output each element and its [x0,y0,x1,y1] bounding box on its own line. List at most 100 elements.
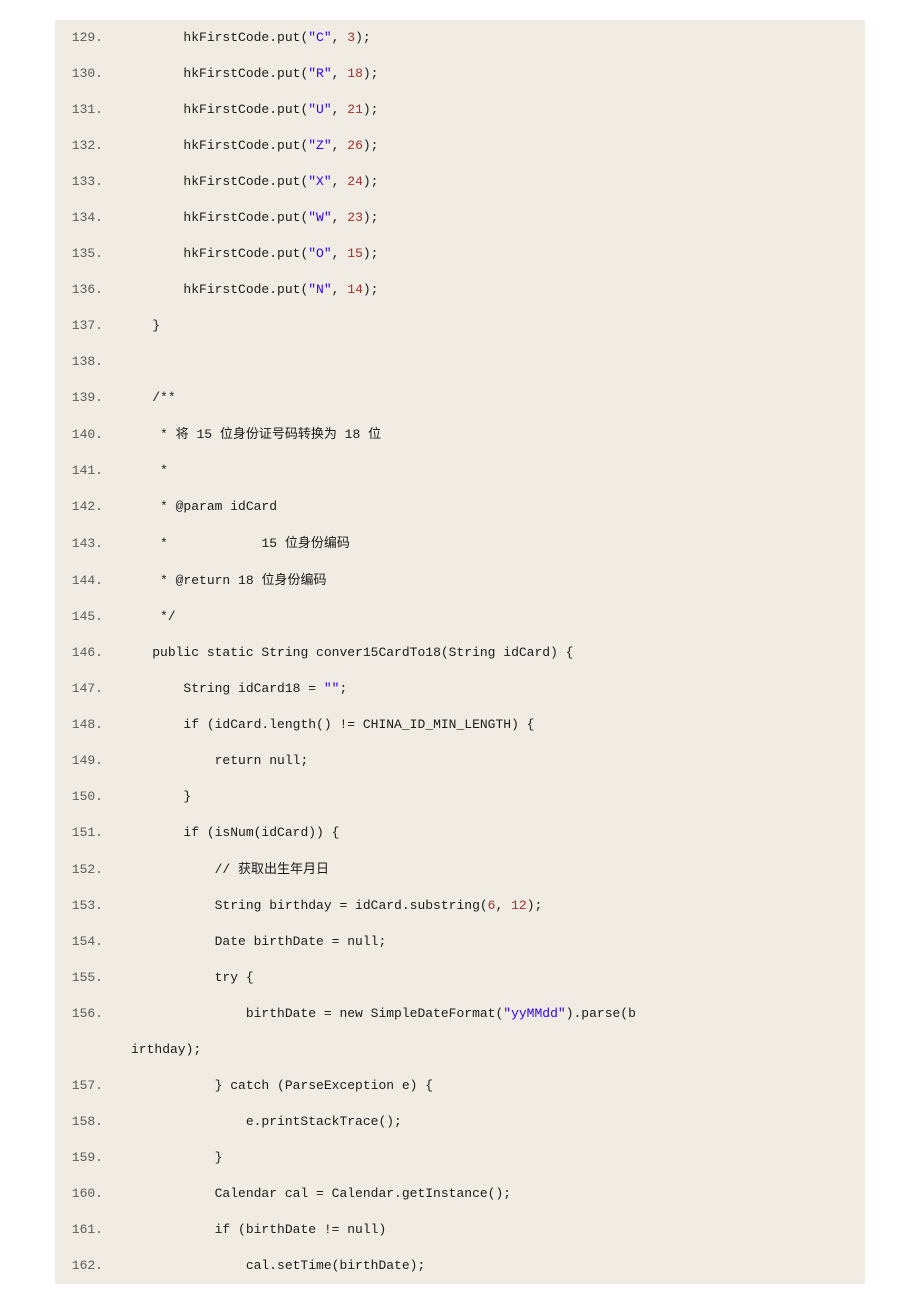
code-text: hkFirstCode.put("W", 23); [103,200,378,236]
code-text: hkFirstCode.put("U", 21); [103,92,378,128]
code-line: 155. try { [55,960,865,996]
code-text: hkFirstCode.put("X", 24); [103,164,378,200]
line-number: 141. [55,453,103,489]
code-line: 131. hkFirstCode.put("U", 21); [55,92,865,128]
line-number: 158. [55,1104,103,1140]
code-text: * @param idCard [103,489,277,525]
code-line: 137. } [55,308,865,344]
code-line: irthday); [55,1032,865,1068]
code-line: 139. /** [55,380,865,416]
line-number: 137. [55,308,103,344]
code-text: } [103,779,191,815]
code-line: 152. // 获取出生年月日 [55,851,865,888]
line-number: 160. [55,1176,103,1212]
code-line: 158. e.printStackTrace(); [55,1104,865,1140]
code-text: if (idCard.length() != CHINA_ID_MIN_LENG… [103,707,534,743]
code-text: * @return 18 位身份编码 [103,562,326,599]
line-number: 147. [55,671,103,707]
code-text: cal.setTime(birthDate); [103,1248,425,1284]
code-line: 159. } [55,1140,865,1176]
code-line: 144. * @return 18 位身份编码 [55,562,865,599]
line-number: 146. [55,635,103,671]
code-text: String idCard18 = ""; [103,671,347,707]
code-text: Date birthDate = null; [103,924,386,960]
code-text: if (birthDate != null) [103,1212,386,1248]
code-text: } [103,1140,222,1176]
code-line: 145. */ [55,599,865,635]
code-line: 146. public static String conver15CardTo… [55,635,865,671]
code-text: try { [103,960,254,996]
code-text: */ [103,599,176,635]
code-line: 135. hkFirstCode.put("O", 15); [55,236,865,272]
code-line: 129. hkFirstCode.put("C", 3); [55,20,865,56]
code-line: 157. } catch (ParseException e) { [55,1068,865,1104]
line-number: 144. [55,563,103,599]
line-number: 150. [55,779,103,815]
code-line: 141. * [55,453,865,489]
code-line: 161. if (birthDate != null) [55,1212,865,1248]
code-text: birthDate = new SimpleDateFormat("yyMMdd… [103,996,636,1032]
code-line: 151. if (isNum(idCard)) { [55,815,865,851]
line-number: 129. [55,20,103,56]
code-line: 134. hkFirstCode.put("W", 23); [55,200,865,236]
line-number: 153. [55,888,103,924]
line-number: 149. [55,743,103,779]
line-number: 161. [55,1212,103,1248]
line-number: 131. [55,92,103,128]
line-number: 152. [55,852,103,888]
line-number: 135. [55,236,103,272]
code-line: 143. * 15 位身份编码 [55,525,865,562]
code-text: public static String conver15CardTo18(St… [103,635,574,671]
line-number: 151. [55,815,103,851]
code-line: 153. String birthday = idCard.substring(… [55,888,865,924]
code-line: 142. * @param idCard [55,489,865,525]
code-line: 154. Date birthDate = null; [55,924,865,960]
line-number: 145. [55,599,103,635]
code-text: // 获取出生年月日 [103,851,329,888]
line-number: 162. [55,1248,103,1284]
code-text: hkFirstCode.put("C", 3); [103,20,371,56]
code-text: /** [103,380,176,416]
code-line: 150. } [55,779,865,815]
line-number: 159. [55,1140,103,1176]
code-text: hkFirstCode.put("O", 15); [103,236,378,272]
code-text: hkFirstCode.put("N", 14); [103,272,378,308]
line-number: 132. [55,128,103,164]
code-text: hkFirstCode.put("R", 18); [103,56,378,92]
line-number: 139. [55,380,103,416]
code-line: 156. birthDate = new SimpleDateFormat("y… [55,996,865,1032]
code-text: * 15 位身份编码 [103,525,350,562]
code-block: 129. hkFirstCode.put("C", 3);130. hkFirs… [55,20,865,1284]
code-text: * 将 15 位身份证号码转换为 18 位 [103,416,381,453]
code-line: 162. cal.setTime(birthDate); [55,1248,865,1284]
code-line: 140. * 将 15 位身份证号码转换为 18 位 [55,416,865,453]
code-text: * [103,453,168,489]
line-number: 130. [55,56,103,92]
line-number: 142. [55,489,103,525]
code-text: if (isNum(idCard)) { [103,815,339,851]
code-line: 160. Calendar cal = Calendar.getInstance… [55,1176,865,1212]
code-text: hkFirstCode.put("Z", 26); [103,128,378,164]
code-line: 130. hkFirstCode.put("R", 18); [55,56,865,92]
code-text: String birthday = idCard.substring(6, 12… [103,888,542,924]
code-text: irthday); [131,1032,201,1068]
line-number: 156. [55,996,103,1032]
code-line: 149. return null; [55,743,865,779]
code-line: 136. hkFirstCode.put("N", 14); [55,272,865,308]
line-number: 136. [55,272,103,308]
code-line: 132. hkFirstCode.put("Z", 26); [55,128,865,164]
code-line: 147. String idCard18 = ""; [55,671,865,707]
line-number: 138. [55,344,103,380]
code-line: 148. if (idCard.length() != CHINA_ID_MIN… [55,707,865,743]
line-number: 143. [55,526,103,562]
code-text: Calendar cal = Calendar.getInstance(); [103,1176,511,1212]
line-number: 133. [55,164,103,200]
line-number: 157. [55,1068,103,1104]
line-number: 140. [55,417,103,453]
line-number: 148. [55,707,103,743]
code-text: return null; [103,743,308,779]
line-number: 134. [55,200,103,236]
code-text: e.printStackTrace(); [103,1104,402,1140]
line-number: 154. [55,924,103,960]
code-line: 138. [55,344,865,380]
